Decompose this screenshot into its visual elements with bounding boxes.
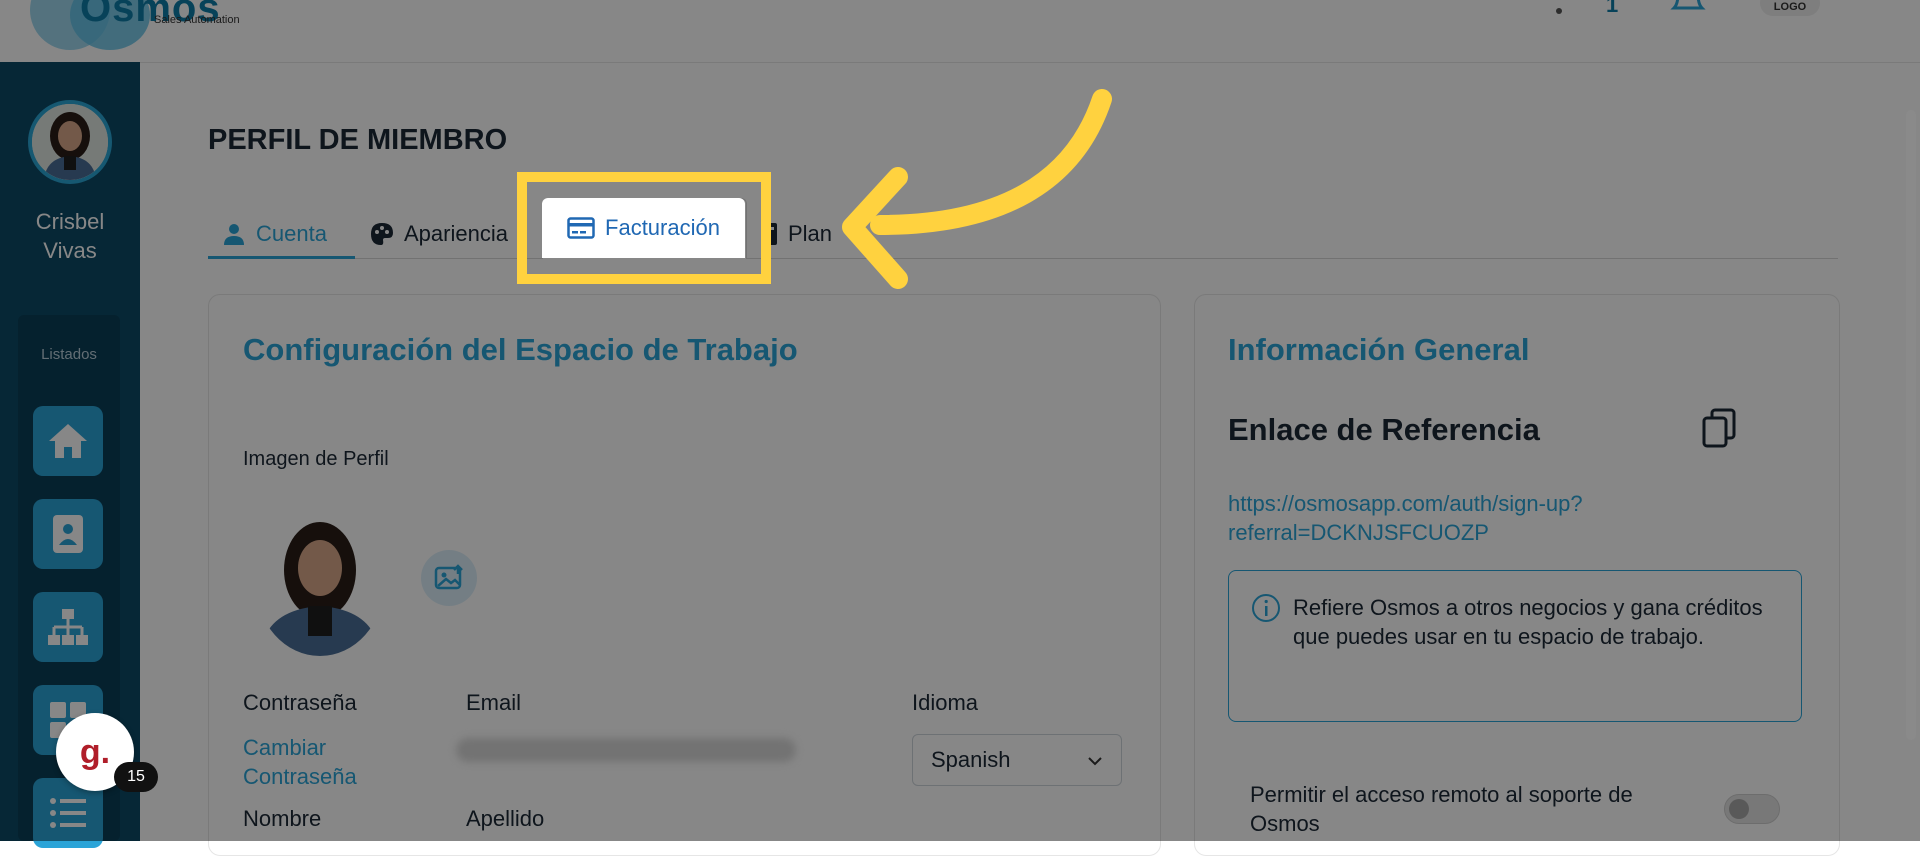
help-widget-count: 15 — [114, 762, 158, 792]
highlight-frame — [517, 172, 771, 284]
scrollbar[interactable] — [1906, 110, 1916, 740]
pointer-arrow-icon — [842, 89, 1112, 289]
help-widget-letter: g. — [79, 732, 111, 771]
